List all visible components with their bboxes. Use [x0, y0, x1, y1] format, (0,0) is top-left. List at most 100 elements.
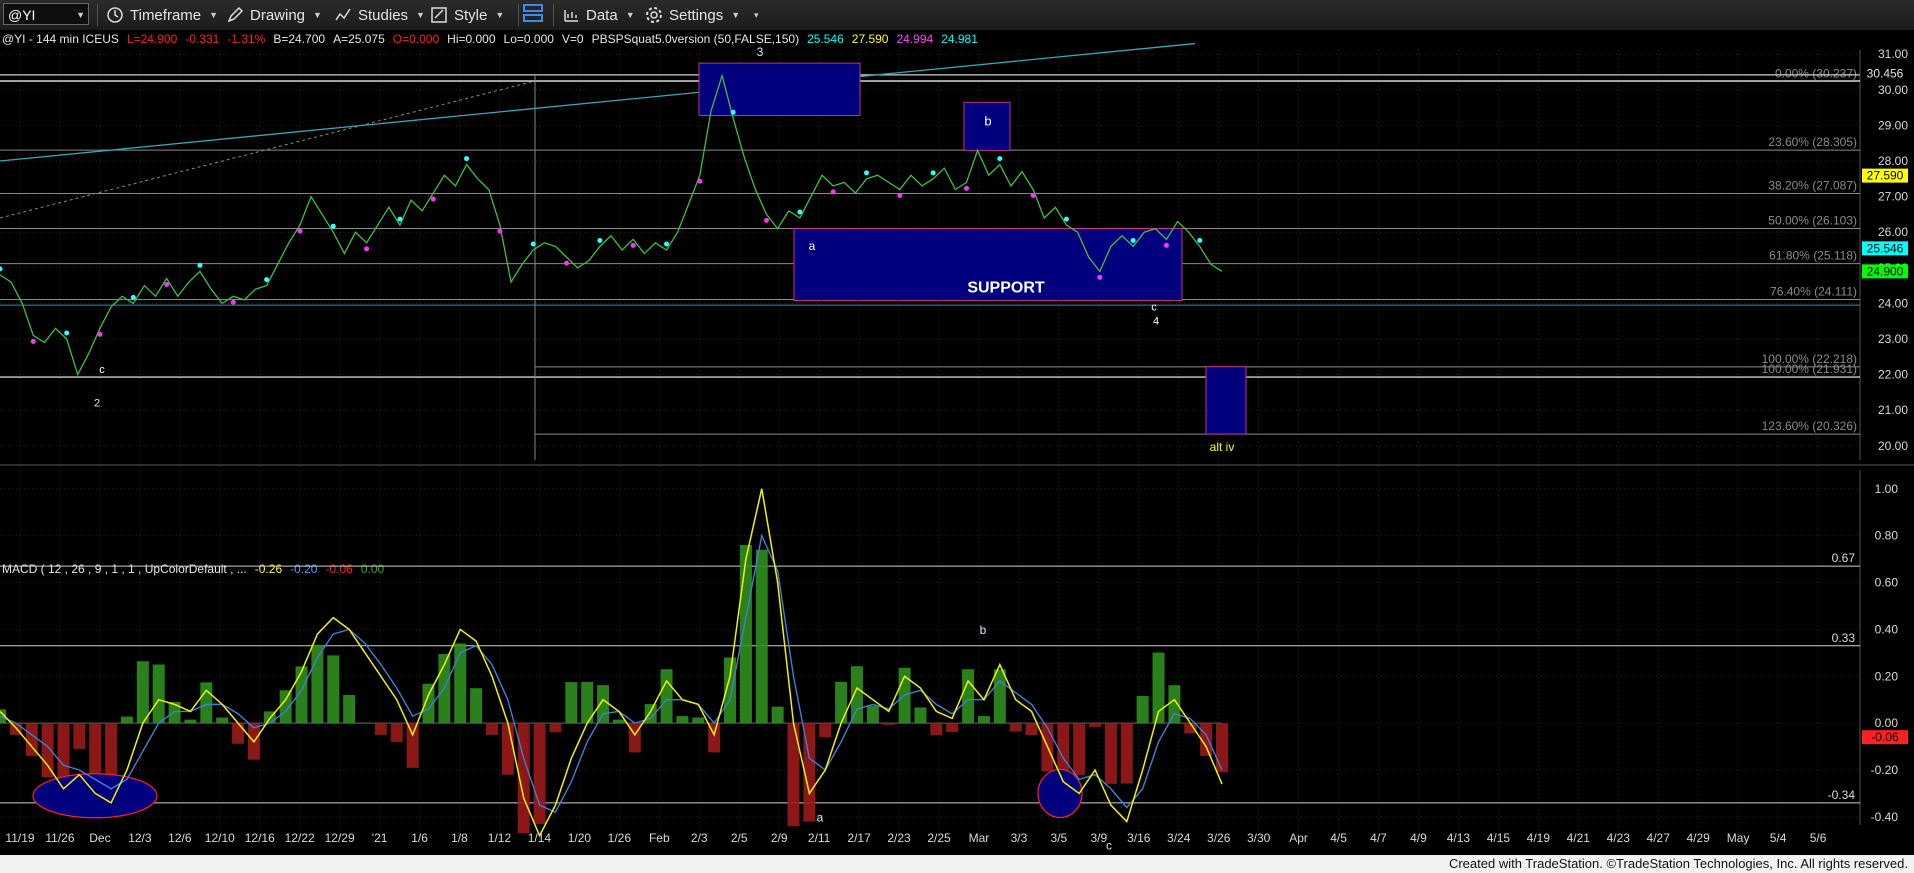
signal-dot — [1097, 274, 1103, 280]
wave-label: alt iv — [1210, 440, 1235, 454]
x-tick-label: 4/7 — [1370, 831, 1387, 845]
caret-icon: ▼ — [416, 10, 425, 20]
fib-price: 24.111 — [1818, 284, 1853, 298]
fib-close: ) — [1853, 284, 1857, 298]
signal-dot — [430, 196, 436, 202]
y-tick-label: 0.40 — [1875, 622, 1899, 636]
macd-tag: -0.06 — [1871, 730, 1899, 744]
fib-close: ) — [1853, 249, 1857, 263]
macd-histogram-bar — [343, 695, 356, 724]
settings-button[interactable]: Settings ▼ — [645, 0, 740, 30]
macd-histogram-bar — [850, 666, 863, 724]
header-hi: Hi=0.000 — [447, 32, 496, 46]
wave-label: a — [817, 811, 824, 825]
signal-dot — [897, 192, 903, 198]
alt-iv-box — [1205, 366, 1247, 435]
macd-histogram-bar — [136, 661, 149, 724]
macd-histogram-bar — [501, 723, 514, 775]
drawing-button[interactable]: Drawing ▼ — [226, 0, 322, 30]
macd-value: -0.20 — [290, 562, 318, 576]
fib-close: ) — [1853, 362, 1857, 376]
fib-price: 25.118 — [1817, 249, 1853, 263]
macd-histogram-bar — [692, 717, 705, 724]
caret-icon: ▼ — [209, 10, 219, 20]
x-tick-label: 12/22 — [285, 831, 315, 845]
macd-histogram-bar — [41, 723, 54, 778]
style-button[interactable]: Style ▼ — [430, 0, 504, 30]
macd-level-label: 0.67 — [1832, 551, 1856, 565]
macd-histogram-bar — [1073, 723, 1086, 776]
signal-dot — [797, 209, 803, 215]
signal-dot — [597, 237, 603, 243]
macd-histogram-bar — [406, 723, 419, 768]
x-tick-label: 4/21 — [1567, 831, 1591, 845]
macd-histogram-bar — [216, 717, 229, 724]
header-lo: Lo=0.000 — [504, 32, 555, 46]
studies-icon — [334, 6, 352, 24]
macd-histogram-bar — [1089, 723, 1102, 727]
price-tag: 27.590 — [1867, 169, 1904, 183]
header-vol: V=0 — [562, 32, 584, 46]
layout-button[interactable] — [522, 0, 544, 30]
fib-close: ) — [1853, 214, 1857, 228]
fib-price: 30.237 — [1816, 66, 1853, 80]
ellipse-highlight — [1037, 768, 1083, 819]
macd-histogram-bar — [120, 716, 133, 724]
x-tick-label: 2/11 — [808, 831, 831, 845]
fib-pct: 50.00% ( — [1768, 214, 1816, 228]
x-tick-label: 1/14 — [528, 831, 552, 845]
data-button[interactable]: Data ▼ — [562, 0, 635, 30]
macd-histogram-bar — [1120, 723, 1133, 784]
chart-area[interactable]: @YI - 144 min ICEUS L=24.900 -0.331 -1.31% B… — [0, 30, 1914, 855]
x-tick-label: 3/3 — [1011, 831, 1028, 845]
signal-dot — [664, 241, 670, 247]
y-tick-label: 26.00 — [1878, 225, 1908, 239]
macd-histogram-bar — [866, 705, 879, 724]
signal-dot — [997, 156, 1003, 162]
timeframe-button[interactable]: Timeframe ▼ — [106, 0, 218, 30]
x-tick-label: 11/19 — [5, 831, 34, 845]
pencil-icon — [226, 6, 244, 24]
symbol-input[interactable]: @YI ▼ — [3, 3, 89, 25]
macd-histogram-bar — [184, 719, 197, 724]
signal-dot — [97, 331, 103, 337]
studies-button[interactable]: Studies ▼ — [334, 0, 425, 30]
y-tick-label: 0.20 — [1875, 669, 1899, 683]
settings-label: Settings — [669, 6, 724, 24]
macd-histogram-bar — [676, 716, 689, 724]
fib-label: 0.00% (30.237) — [1775, 66, 1857, 80]
price-tag: 24.900 — [1867, 264, 1904, 278]
signal-dot — [364, 246, 370, 252]
x-tick-label: 5/4 — [1770, 831, 1787, 845]
signal-dot — [1030, 192, 1036, 198]
x-tick-label: 2/5 — [731, 831, 748, 845]
data-icon — [562, 6, 580, 24]
caret-icon: ▼ — [313, 10, 322, 20]
header-chg: -0.331 — [185, 32, 219, 46]
fib-close: ) — [1853, 179, 1857, 193]
macd-histogram-bar — [993, 669, 1006, 724]
x-tick-label: Mar — [969, 831, 990, 845]
macd-histogram-bar — [327, 655, 340, 724]
macd-histogram-bar — [89, 723, 102, 776]
chevron-down-icon[interactable]: ▼ — [76, 4, 85, 26]
fib-close: ) — [1853, 135, 1857, 149]
study-value: 24.994 — [896, 32, 933, 46]
header-title: @YI - 144 min ICEUS — [2, 32, 119, 46]
more-icon[interactable]: ▾ — [746, 0, 759, 30]
toolbar: @YI ▼ Timeframe ▼ Drawing ▼ Studies ▼ St… — [0, 0, 1914, 31]
wave-label: 3 — [757, 45, 764, 59]
gear-icon — [645, 6, 663, 24]
fib-label: 123.60% (20.326) — [1762, 419, 1857, 433]
study-value: 24.981 — [941, 32, 978, 46]
macd-histogram-bar — [565, 682, 578, 724]
macd-level-label: 0.33 — [1832, 631, 1856, 645]
header-pct: -1.31% — [227, 32, 265, 46]
macd-histogram-bar — [977, 716, 990, 724]
y-tick-label: 24.00 — [1878, 296, 1908, 310]
fib-label: 76.40% (24.111) — [1770, 284, 1857, 298]
x-tick-label: 4/13 — [1447, 831, 1471, 845]
x-tick-label: Feb — [649, 831, 670, 845]
header-open: O=0.000 — [393, 32, 440, 46]
macd-histogram-bar — [882, 723, 895, 725]
